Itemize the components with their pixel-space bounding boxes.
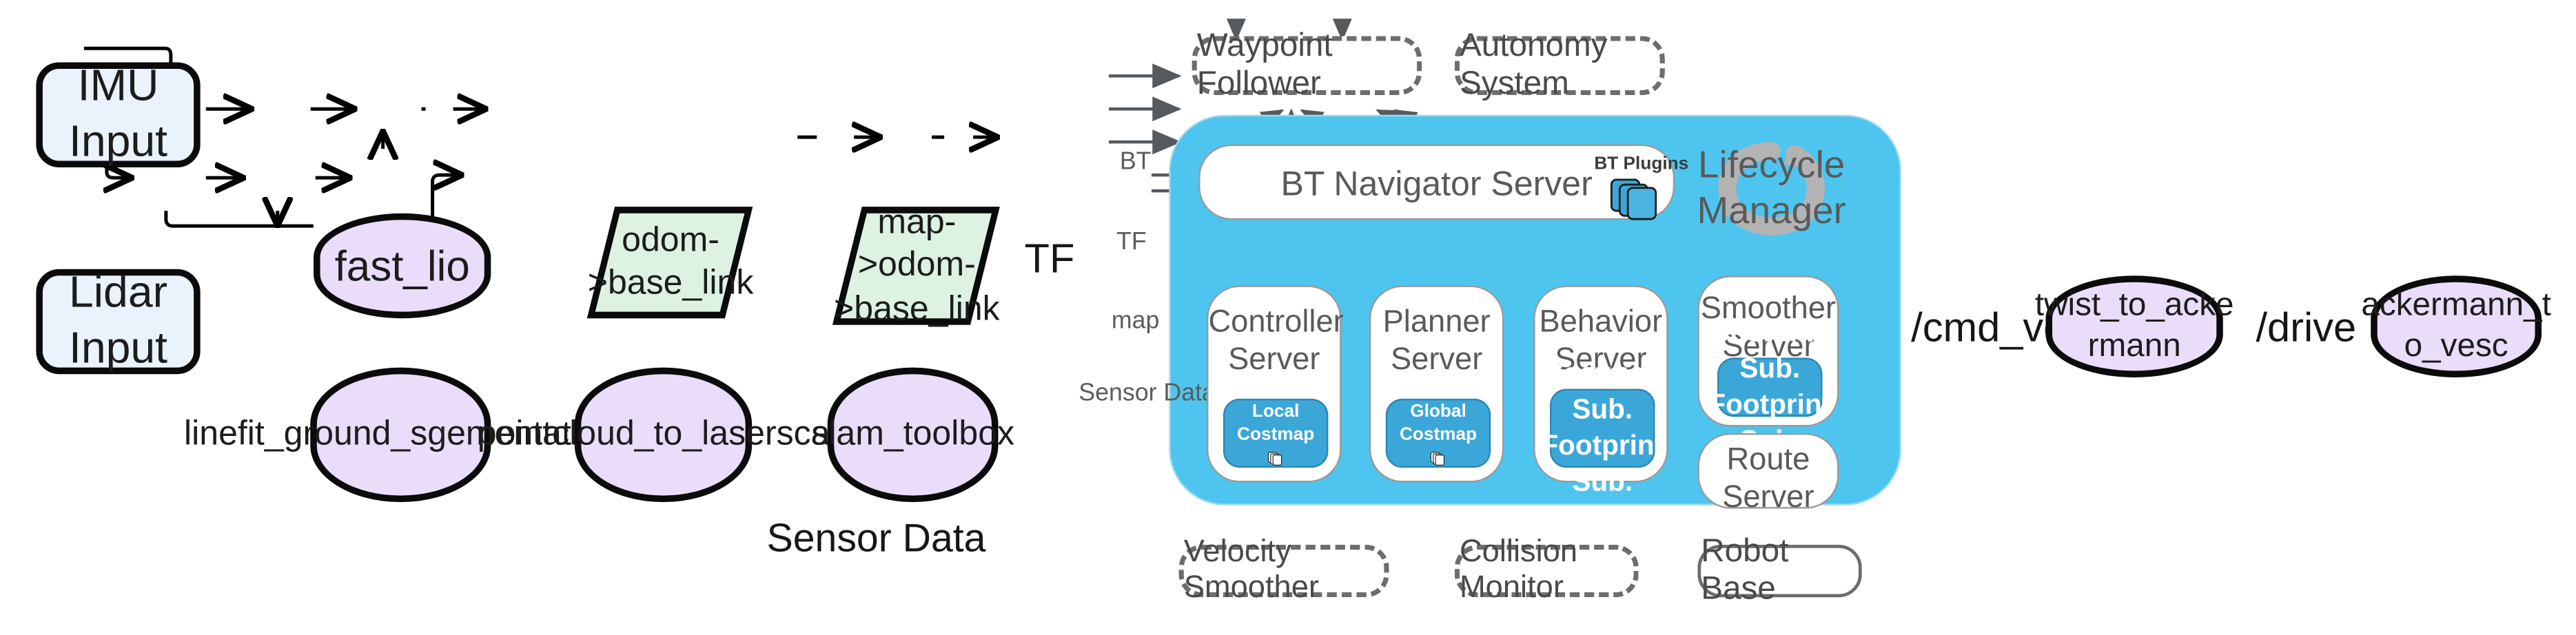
smoother-costmap-sub-label: Costmap Sub. xyxy=(1710,316,1830,384)
lidar-input-label: Lidar Input xyxy=(68,267,168,373)
planner-server-line1: Planner xyxy=(1382,305,1491,340)
collision-monitor-box[interactable]: Collision Monitor xyxy=(1454,535,1639,605)
twist-to-ackermann-line2: rmann xyxy=(2087,328,2181,364)
smoother-subscriptions-chip[interactable]: Costmap Sub. Footprint Sub. xyxy=(1708,316,1831,456)
ackermann-to-vesc-line1: ackermann_t xyxy=(2361,287,2551,324)
fast-lio-node[interactable]: fast_lio xyxy=(314,213,491,319)
behavior-server-line1: Behavior xyxy=(1539,305,1663,340)
bt-plugins-label: BT Plugins xyxy=(1594,154,1689,174)
fast-lio-label: fast_lio xyxy=(334,240,470,291)
map-transform-line1: map- xyxy=(877,202,956,241)
waypoint-follower-box[interactable]: Waypoint Follower xyxy=(1192,28,1422,102)
behavior-server[interactable]: Behavior Server Costmap Sub. Footprint S… xyxy=(1533,285,1668,497)
drive-edge-label: /drive xyxy=(2256,305,2357,351)
tf-edge-label: TF xyxy=(1024,236,1075,282)
map-transform-line2: >odom- xyxy=(857,246,975,284)
lidar-input-box[interactable]: Lidar Input xyxy=(36,267,201,375)
waypoint-follower-label: Waypoint Follower xyxy=(1196,28,1333,102)
autonomy-system-label: Autonomy System xyxy=(1459,28,1608,102)
bt-plugins-stack-icon xyxy=(1610,178,1657,220)
planner-server-title: Planner Server xyxy=(1371,304,1502,379)
lifecycle-manager-watermark: Lifecycle Manager xyxy=(1697,138,1846,240)
behavior-subscriptions-chip[interactable]: Costmap Sub. Footprint Sub. xyxy=(1541,357,1664,497)
map-transform-line3: >base_link xyxy=(833,289,999,327)
port-bt-label: BT xyxy=(1119,147,1152,176)
costmap-stack-icon xyxy=(1267,451,1282,465)
route-server-line2: Server xyxy=(1722,481,1815,516)
port-map-label: map xyxy=(1111,306,1160,335)
odom-transform-line1: odom- xyxy=(621,221,719,259)
autonomy-system-box[interactable]: Autonomy System xyxy=(1454,28,1665,102)
ackermann-to-vesc-node[interactable]: ackermann_t o_vesc xyxy=(2361,275,2551,377)
controller-server-line1: Controller xyxy=(1208,305,1344,340)
lifecycle-manager-line1: Lifecycle xyxy=(1698,143,1846,187)
planner-server-line2: Server xyxy=(1390,343,1483,378)
route-server-title: Route Server xyxy=(1699,441,1837,517)
route-server[interactable]: Route Server xyxy=(1697,433,1839,515)
controller-server[interactable]: Controller Server Local Costmap xyxy=(1207,285,1344,483)
odom-transform-line2: >base_link xyxy=(586,264,753,302)
linefit-ground-segmentation-node[interactable]: linefit_ground_sgementation xyxy=(184,367,617,503)
twist-to-ackermann-node[interactable]: twist_to_acke rmann xyxy=(2035,275,2234,377)
controller-server-line2: Server xyxy=(1228,343,1320,378)
robot-base-box[interactable]: Robot Base xyxy=(1697,533,1862,607)
local-costmap-title: Local Costmap xyxy=(1237,402,1315,446)
global-costmap-title: Global Costmap xyxy=(1399,402,1478,446)
slam-toolbox-label: slam_toolbox xyxy=(811,415,1015,453)
port-sensor-data-label: Sensor Data xyxy=(1079,379,1216,407)
port-tf-label: TF xyxy=(1116,228,1147,256)
controller-server-title: Controller Server xyxy=(1208,304,1344,379)
pointcloud-to-laserscan-node[interactable]: pointcloud_to_laserscan xyxy=(478,367,849,503)
smoother-server[interactable]: Smoother Server Costmap Sub. Footprint S… xyxy=(1697,275,1839,457)
map-to-odom-transform[interactable]: map- >odom- >base_link xyxy=(832,203,1000,327)
velocity-smoother-label: Velocity Smoother xyxy=(1183,534,1319,606)
behavior-costmap-sub-label: Costmap Sub. xyxy=(1542,357,1662,425)
sensor-data-edge-label: Sensor Data xyxy=(757,517,996,563)
odom-to-base-link-transform[interactable]: odom- >base_link xyxy=(586,207,753,319)
local-costmap-chip[interactable]: Local Costmap xyxy=(1223,398,1329,468)
collision-monitor-label: Collision Monitor xyxy=(1459,534,1578,606)
twist-to-ackermann-line1: twist_to_acke xyxy=(2034,287,2234,324)
ackermann-to-vesc-line2: o_vesc xyxy=(2404,328,2508,364)
robot-base-label: Robot Base xyxy=(1701,533,1789,607)
velocity-smoother-box[interactable]: Velocity Smoother xyxy=(1178,535,1389,605)
imu-input-box[interactable]: IMU Input xyxy=(36,61,201,168)
global-costmap-chip[interactable]: Global Costmap xyxy=(1385,398,1491,468)
bt-navigator-server[interactable]: BT Navigator Server BT Plugins xyxy=(1198,144,1688,220)
lifecycle-manager-line2: Manager xyxy=(1697,188,1846,231)
pointcloud-to-laserscan-label: pointcloud_to_laserscan xyxy=(477,415,850,453)
planner-server[interactable]: Planner Server Global Costmap xyxy=(1369,285,1504,483)
behavior-footprint-sub-label: Footprint Sub. xyxy=(1541,430,1664,498)
diagram-canvas: IMU Input Lidar Input fast_lio linefit_g… xyxy=(0,0,2575,635)
costmap-stack-icon xyxy=(1430,451,1444,465)
slam-toolbox-node[interactable]: slam_toolbox xyxy=(811,367,1014,503)
imu-input-label: IMU Input xyxy=(68,61,168,166)
route-server-line1: Route xyxy=(1726,443,1810,478)
